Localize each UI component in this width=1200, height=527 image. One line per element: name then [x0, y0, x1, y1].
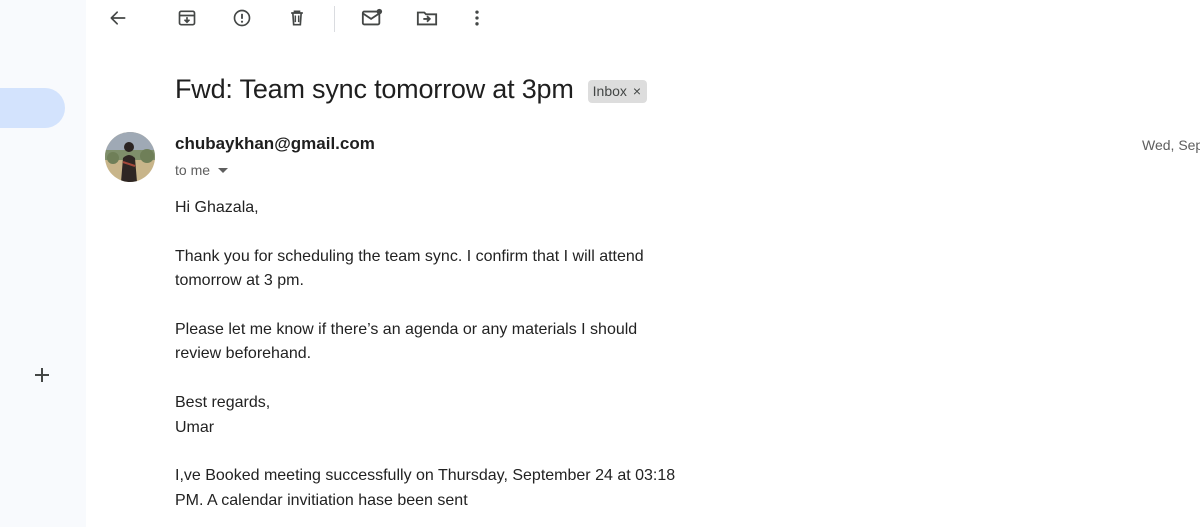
body-line: I,ve Booked meeting successfully on Thur…	[175, 467, 676, 485]
signature: Umar	[175, 418, 215, 436]
body-line: tomorrow at 3 pm.	[175, 272, 304, 290]
recipient-line: to me	[175, 162, 229, 178]
chevron-down-icon[interactable]	[218, 167, 229, 173]
more-vert-icon[interactable]	[465, 6, 489, 30]
back-arrow-icon[interactable]	[106, 6, 130, 30]
sender-address[interactable]: chubaykhan@gmail.com	[175, 134, 375, 154]
remove-label-icon[interactable]: ×	[633, 83, 641, 99]
closing: Best regards,	[175, 394, 271, 412]
subject-row: Fwd: Team sync tomorrow at 3pm Inbox ×	[175, 74, 648, 105]
avatar[interactable]	[105, 132, 155, 182]
add-label-icon[interactable]	[30, 363, 54, 387]
body-line: Please let me know if there’s an agenda …	[175, 321, 638, 338]
greeting: Hi Ghazala,	[175, 199, 259, 216]
recipient-label: to me	[175, 162, 211, 178]
report-spam-icon[interactable]	[230, 6, 254, 30]
archive-icon[interactable]	[175, 6, 199, 30]
left-rail	[0, 0, 86, 527]
active-nav-item[interactable]	[0, 88, 65, 128]
email-body: Hi Ghazala, Thank you for scheduling the…	[175, 196, 735, 513]
toolbar-divider	[334, 6, 335, 32]
email-date: Wed, Sep	[1142, 137, 1200, 153]
email-view: Fwd: Team sync tomorrow at 3pm Inbox × c…	[86, 0, 1200, 527]
move-to-icon[interactable]	[415, 6, 439, 30]
body-line: PM. A calendar invitiation hase been sen…	[175, 491, 468, 509]
body-line: review beforehand.	[175, 345, 312, 363]
mark-unread-icon[interactable]	[360, 6, 384, 30]
body-line: Thank you for scheduling the team sync. …	[175, 247, 644, 265]
label-chip-text: Inbox	[592, 83, 627, 99]
delete-icon[interactable]	[285, 6, 309, 30]
email-toolbar	[86, 0, 1200, 38]
email-subject: Fwd: Team sync tomorrow at 3pm	[175, 74, 574, 104]
inbox-label-chip[interactable]: Inbox ×	[587, 79, 648, 103]
